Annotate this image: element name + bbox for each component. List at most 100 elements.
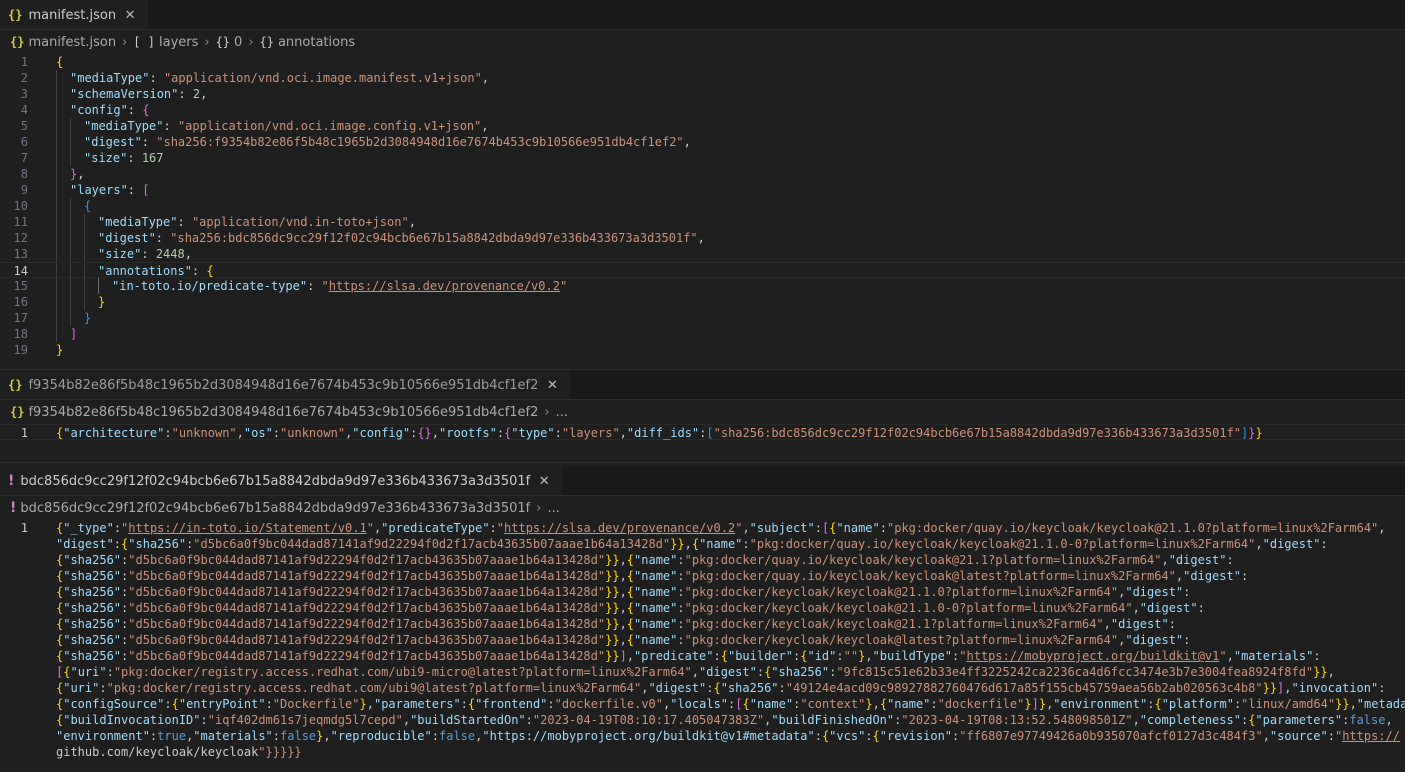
- tab-label: bdc856dc9cc29f12f02c94bcb6e67b15a8842dbd…: [20, 473, 531, 489]
- wrapped-code-line: "digest":{"sha256":"d5bc6a0f9bc044dad871…: [56, 537, 1328, 551]
- breadcrumb-item-file[interactable]: manifest.json: [28, 35, 116, 50]
- code-line: 7 "size": 167: [0, 150, 1405, 166]
- warning-file-icon: !: [10, 500, 17, 516]
- line-number: 4: [20, 103, 28, 117]
- code-line: 19}: [0, 342, 1405, 358]
- line-number: 13: [13, 247, 28, 261]
- line-number: 2: [20, 71, 28, 85]
- editor-group-manifest: {} manifest.json ✕ {} manifest.json › [ …: [0, 0, 1405, 369]
- line-number: 9: [20, 183, 28, 197]
- wrapped-code-line: {"buildInvocationID":"iqf402dm61s7jeqmdg…: [56, 713, 1393, 727]
- line-number: 1: [20, 521, 28, 535]
- wrapped-code-line: {"sha256":"d5bc6a0f9bc044dad87141af9d222…: [56, 649, 1321, 663]
- json-file-icon: {}: [10, 405, 25, 419]
- close-icon[interactable]: ✕: [544, 378, 560, 393]
- code-editor[interactable]: 1 {"_type":"https://in-toto.io/Statement…: [0, 520, 1405, 760]
- wrapped-code-line: github.com/keycloak/keycloak"}}}}}: [56, 745, 302, 759]
- wrapped-code-line: {"sha256":"d5bc6a0f9bc044dad87141af9d222…: [56, 633, 1191, 647]
- tab-bar: {} f9354b82e86f5b48c1965b2d3084948d16e76…: [0, 370, 1405, 400]
- code-line: 3 "schemaVersion": 2,: [0, 86, 1405, 102]
- line-number: 5: [20, 119, 28, 133]
- line-number: 7: [20, 151, 28, 165]
- wrapped-code-line: "environment":true,"materials":false},"r…: [56, 729, 1400, 743]
- breadcrumb: ! bdc856dc9cc29f12f02c94bcb6e67b15a8842d…: [0, 496, 1405, 520]
- chevron-right-icon: ›: [122, 34, 128, 50]
- json-file-icon: {}: [8, 8, 23, 22]
- code-line: 10{: [0, 198, 1405, 214]
- wrapped-code-line: {"sha256":"d5bc6a0f9bc044dad87141af9d222…: [56, 553, 1234, 567]
- line-number: 6: [20, 135, 28, 149]
- chevron-right-icon: ›: [536, 500, 542, 516]
- code-line: 9 "layers": [: [0, 182, 1405, 198]
- wrapped-code-line: [{"uri":"pkg:docker/registry.access.redh…: [56, 665, 1335, 679]
- code-line: 16}: [0, 294, 1405, 310]
- code-line: 17}: [0, 310, 1405, 326]
- tab-attestation-blob[interactable]: ! bdc856dc9cc29f12f02c94bcb6e67b15a8842d…: [0, 466, 563, 495]
- code-line: 18]: [0, 326, 1405, 342]
- breadcrumb: {} manifest.json › [ ] layers › {} 0 › {…: [0, 30, 1405, 54]
- code-line: 6 "digest": "sha256:f9354b82e86f5b48c1965…: [0, 134, 1405, 150]
- code-line: 15 "in-toto.io/predicate-type": "https://…: [0, 278, 1405, 294]
- line-number: 16: [13, 295, 28, 309]
- code-line-current: 14 "annotations": {: [0, 262, 1405, 279]
- wrapped-code-line: {"configSource":{"entryPoint":"Dockerfil…: [56, 697, 1405, 711]
- code-line-current: 1 {"architecture":"unknown","os":"unknown…: [0, 424, 1405, 440]
- code-editor[interactable]: 1{ 2 "mediaType": "application/vnd.oci.im…: [0, 54, 1405, 358]
- code-line: 12 "digest": "sha256:bdc856dc9cc29f12f02c…: [0, 230, 1405, 246]
- code-line: 5 "mediaType": "application/vnd.oci.image…: [0, 118, 1405, 134]
- breadcrumb-item-layers[interactable]: layers: [159, 35, 198, 50]
- wrapped-code-line: {"sha256":"d5bc6a0f9bc044dad87141af9d222…: [56, 601, 1205, 615]
- pane-divider[interactable]: [0, 462, 1405, 463]
- json-file-icon: {}: [10, 35, 25, 49]
- chevron-right-icon: ›: [544, 404, 550, 420]
- breadcrumb-more[interactable]: ...: [547, 501, 559, 516]
- line-number: 3: [20, 87, 28, 101]
- line-number: 8: [20, 167, 28, 181]
- wrapped-code-line: {"_type":"https://in-toto.io/Statement/v…: [56, 521, 1386, 535]
- object-icon: {}: [215, 35, 231, 49]
- code-line: 11 "mediaType": "application/vnd.in-toto+…: [0, 214, 1405, 230]
- close-icon[interactable]: ✕: [122, 8, 138, 23]
- editor-group-config-blob: {} f9354b82e86f5b48c1965b2d3084948d16e76…: [0, 370, 1405, 462]
- line-number: 15: [13, 279, 28, 293]
- wrapped-code-line: {"sha256":"d5bc6a0f9bc044dad87141af9d222…: [56, 569, 1249, 583]
- line-number: 12: [13, 231, 28, 245]
- tab-config-blob[interactable]: {} f9354b82e86f5b48c1965b2d3084948d16e76…: [0, 370, 571, 399]
- line-number: 19: [13, 343, 28, 357]
- breadcrumb-item-file[interactable]: f9354b82e86f5b48c1965b2d3084948d16e7674b…: [28, 405, 538, 420]
- tab-label: manifest.json: [28, 7, 117, 23]
- json-file-icon: {}: [8, 378, 23, 392]
- wrapped-code-line: {"uri":"pkg:docker/registry.access.redha…: [56, 681, 1386, 695]
- breadcrumb: {} f9354b82e86f5b48c1965b2d3084948d16e76…: [0, 400, 1405, 424]
- line-number: 11: [13, 215, 28, 229]
- code-line: 8},: [0, 166, 1405, 182]
- close-icon[interactable]: ✕: [536, 474, 552, 489]
- line-number: 1: [20, 55, 28, 69]
- array-icon: [ ]: [133, 35, 155, 49]
- code-line: 2 "mediaType": "application/vnd.oci.image…: [0, 70, 1405, 86]
- code-line: 13 "size": 2448,: [0, 246, 1405, 262]
- tab-label: f9354b82e86f5b48c1965b2d3084948d16e7674b…: [28, 377, 539, 393]
- line-number: 1: [20, 426, 28, 440]
- code-line: 1{: [0, 54, 1405, 70]
- line-number: 17: [13, 311, 28, 325]
- predicate-type-link[interactable]: https://slsa.dev/provenance/v0.2: [329, 279, 560, 293]
- breadcrumb-item-index[interactable]: 0: [234, 35, 242, 50]
- line-number: 10: [13, 199, 28, 213]
- tab-manifest-json[interactable]: {} manifest.json ✕: [0, 0, 149, 29]
- chevron-right-icon: ›: [248, 34, 254, 50]
- line-number: 18: [13, 327, 28, 341]
- breadcrumb-item-file[interactable]: bdc856dc9cc29f12f02c94bcb6e67b15a8842dbd…: [20, 501, 530, 516]
- object-icon: {}: [259, 35, 274, 49]
- warning-file-icon: !: [8, 473, 15, 489]
- code-line: 4 "config": {: [0, 102, 1405, 118]
- editor-group-attestation-blob: ! bdc856dc9cc29f12f02c94bcb6e67b15a8842d…: [0, 466, 1405, 772]
- chevron-right-icon: ›: [204, 34, 210, 50]
- breadcrumb-more[interactable]: ...: [556, 405, 568, 420]
- tab-bar: ! bdc856dc9cc29f12f02c94bcb6e67b15a8842d…: [0, 466, 1405, 496]
- code-editor[interactable]: 1 {"architecture":"unknown","os":"unknown…: [0, 424, 1405, 440]
- line-number: 14: [13, 264, 28, 278]
- wrapped-code-line: {"sha256":"d5bc6a0f9bc044dad87141af9d222…: [56, 617, 1176, 631]
- wrapped-code-line: {"sha256":"d5bc6a0f9bc044dad87141af9d222…: [56, 585, 1191, 599]
- breadcrumb-item-annotations[interactable]: annotations: [278, 35, 355, 50]
